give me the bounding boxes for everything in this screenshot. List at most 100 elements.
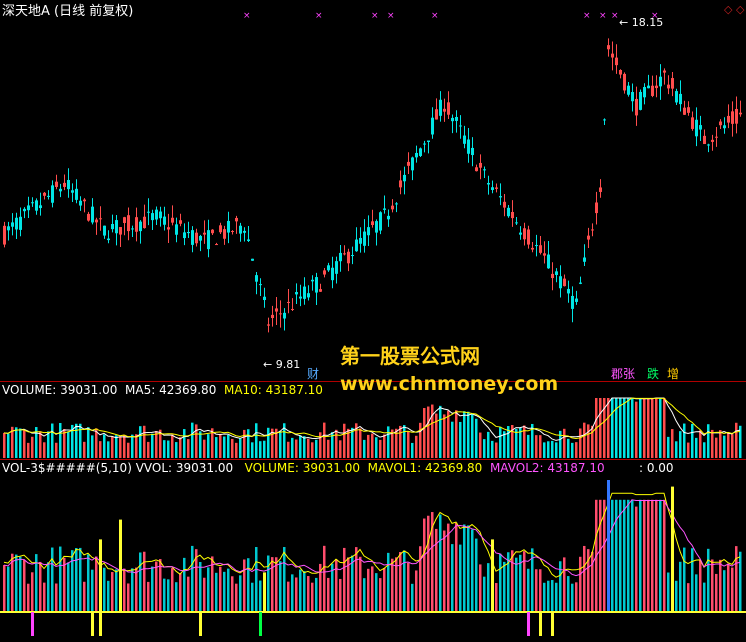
indicator-bar (667, 572, 670, 612)
price-candle (27, 205, 30, 211)
volume-bar (387, 426, 390, 458)
up-arrow-icon[interactable]: ◇ (724, 3, 732, 16)
indicator-bar (47, 562, 50, 612)
signal-bar-below (527, 612, 530, 636)
indicator-bar (723, 570, 726, 612)
indicator-bar (271, 557, 274, 612)
indicator-bar (435, 528, 438, 612)
volume-bar (639, 398, 642, 458)
volume-bar (175, 442, 178, 458)
volume-bar (691, 423, 694, 458)
price-candle (731, 111, 734, 124)
indicator-bar (535, 569, 538, 612)
indicator-bar (635, 506, 638, 612)
stock-chart[interactable]: ← 18.15← 9.81× × × × × × × × ×财 郡张跌增 (0, 0, 746, 642)
price-candle (663, 70, 666, 73)
volume-bar (415, 435, 418, 458)
volume-bar (731, 434, 734, 458)
volume-bar (91, 435, 94, 458)
price-candle (203, 232, 206, 235)
indicator-bar (407, 562, 410, 612)
indicator-bar (323, 545, 326, 612)
signal-bar-below (199, 612, 202, 636)
price-candle (723, 125, 726, 129)
volume-bar (251, 442, 254, 458)
price-candle (111, 223, 114, 230)
indicator-bar (43, 582, 46, 612)
indicator-bar (579, 556, 582, 612)
event-marker: × (431, 11, 439, 21)
volume-bar (191, 422, 194, 458)
price-candle (711, 139, 714, 142)
event-marker: × (315, 11, 323, 21)
indicator-bar (247, 558, 250, 612)
indicator-bar (7, 566, 10, 612)
price-candle (567, 288, 570, 294)
indicator-bar (179, 573, 182, 612)
price-candle (739, 112, 742, 115)
price-candle (35, 200, 38, 211)
indicator-bar (615, 499, 618, 612)
price-candle (463, 135, 466, 144)
indicator-bar (623, 499, 626, 612)
volume-bar (551, 440, 554, 458)
volume-bar (323, 422, 326, 458)
indicator-bar (31, 572, 34, 612)
indicator-bar (403, 550, 406, 612)
indicator-bar (315, 577, 318, 612)
indicator-bar (375, 573, 378, 612)
indicator-bar (575, 582, 578, 612)
price-candle (451, 117, 454, 122)
price-candle (183, 232, 186, 239)
volume-bar (327, 439, 330, 458)
indicator-bar (567, 576, 570, 612)
price-candle (611, 53, 614, 58)
indicator-bar (71, 550, 74, 612)
price-candle (715, 136, 718, 138)
volume-bar (543, 442, 546, 458)
indicator-bar (555, 582, 558, 612)
indicator-bar (503, 561, 506, 612)
indicator-bar (683, 547, 686, 612)
indicator-bar (243, 559, 246, 612)
volume-bar (187, 439, 190, 458)
indicator-bar (495, 583, 498, 612)
price-candle (735, 108, 738, 124)
volume-bar (43, 442, 46, 458)
price-candle (167, 227, 170, 230)
price-candle (627, 85, 630, 95)
indicator-bar (151, 566, 154, 612)
price-candle (235, 217, 238, 222)
indicator-bar (207, 567, 210, 612)
price-candle (639, 91, 642, 110)
price-candle (323, 270, 326, 275)
indicator-bar (691, 548, 694, 612)
volume-bar (259, 441, 262, 458)
volume-bar (215, 437, 218, 458)
mavol1-line (3, 492, 741, 578)
volume-bar (235, 442, 238, 458)
diamond-icon[interactable]: ◇ (736, 3, 744, 16)
indicator-bar (287, 581, 290, 612)
price-candle (499, 196, 502, 198)
indicator-bar (371, 566, 374, 612)
volume-bar (67, 431, 70, 458)
price-candle (19, 216, 22, 230)
price-candle (319, 289, 322, 292)
price-candle (151, 213, 154, 221)
price-candle (247, 239, 250, 241)
volume-bar (131, 434, 134, 458)
indicator-bar (467, 525, 470, 612)
indicator-bar (3, 565, 6, 612)
volume-bar (447, 410, 450, 458)
volume-bar (51, 423, 54, 458)
volume-bar (571, 442, 574, 458)
price-candle (455, 117, 458, 121)
volume-bar (287, 441, 290, 458)
indicator-bar (63, 557, 66, 612)
indicator-bar (379, 578, 382, 612)
volume-bar (555, 442, 558, 458)
volume-bar (683, 423, 686, 458)
indicator-bar (87, 554, 90, 612)
indicator-bar (399, 552, 402, 612)
